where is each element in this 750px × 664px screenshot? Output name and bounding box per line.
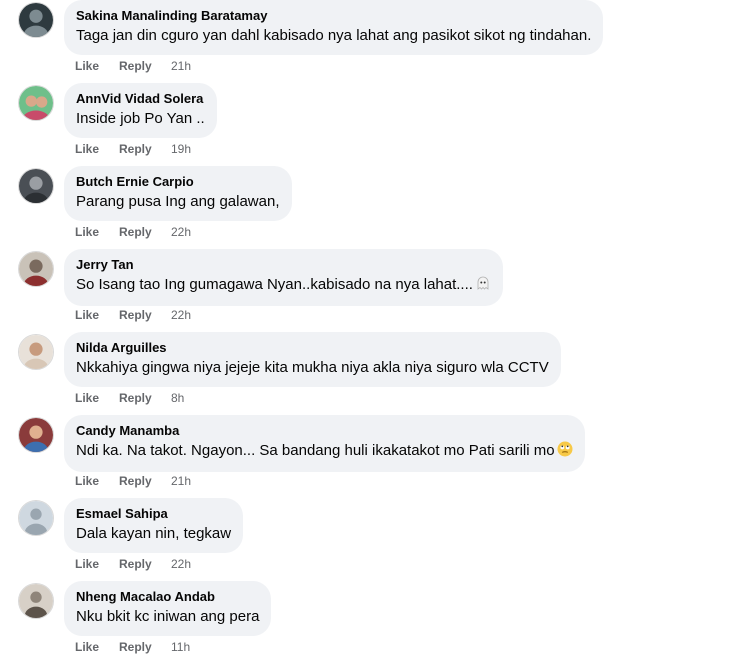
comment-text: Parang pusa Ing ang galawan, [76,193,280,210]
comment-text: Ndi ka. Na takot. Ngayon... Sa bandang h… [76,441,573,463]
avatar[interactable] [18,251,54,287]
comment-timestamp[interactable]: 22h [171,224,191,240]
ghost-emoji [475,275,491,297]
comment-actions: Like Reply 22h [75,556,191,572]
avatar[interactable] [18,583,54,619]
comment-bubble: Esmael Sahipa Dala kayan nin, tegkaw [64,498,244,553]
comment-item: Sakina Manalinding Baratamay Taga jan di… [0,0,750,83]
comment-timestamp[interactable]: 8h [171,390,184,406]
comment-item: Nilda Arguilles Nkkahiya gingwa niya jej… [0,332,750,415]
avatar[interactable] [18,334,54,370]
like-button[interactable]: Like [75,224,119,240]
avatar[interactable] [18,85,54,121]
comment-bubble: Nilda Arguilles Nkkahiya gingwa niya jej… [64,332,561,387]
comment-author[interactable]: Nheng Macalao Andab [76,589,259,605]
reply-button[interactable]: Reply [119,390,171,406]
comment-timestamp[interactable]: 21h [171,58,191,74]
comment-bubble: Nheng Macalao Andab Nku bkit kc iniwan a… [64,581,272,636]
avatar[interactable] [18,168,54,204]
comment-text: Nkkahiya gingwa niya jejeje kita mukha n… [76,359,549,376]
comment-timestamp[interactable]: 19h [171,141,191,157]
like-button[interactable]: Like [75,639,119,655]
avatar[interactable] [18,2,54,38]
reply-button[interactable]: Reply [119,556,171,572]
like-button[interactable]: Like [75,390,119,406]
like-button[interactable]: Like [75,58,119,74]
reply-button[interactable]: Reply [119,639,171,655]
reply-button[interactable]: Reply [119,307,171,323]
reply-button[interactable]: Reply [119,58,171,74]
comment-author[interactable]: Butch Ernie Carpio [76,174,280,190]
comment-timestamp[interactable]: 21h [171,473,191,489]
comment-text: Taga jan din cguro yan dahl kabisado nya… [76,27,592,44]
comment-bubble: Sakina Manalinding Baratamay Taga jan di… [64,0,604,55]
like-button[interactable]: Like [75,307,119,323]
comment-actions: Like Reply 22h [75,307,191,323]
reply-button[interactable]: Reply [119,141,171,157]
reply-button[interactable]: Reply [119,473,171,489]
comment-actions: Like Reply 19h [75,141,191,157]
like-button[interactable]: Like [75,473,119,489]
comment-timestamp[interactable]: 11h [171,639,190,655]
comment-text-content: Ndi ka. Na takot. Ngayon... Sa bandang h… [76,442,555,459]
comment-text: Nku bkit kc iniwan ang pera [76,608,260,625]
comment-bubble: Butch Ernie Carpio Parang pusa Ing ang g… [64,166,292,221]
comment-item: Butch Ernie Carpio Parang pusa Ing ang g… [0,166,750,249]
comment-author[interactable]: AnnVid Vidad Solera [76,91,205,107]
comment-timestamp[interactable]: 22h [171,307,191,323]
comment-actions: Like Reply 21h [75,473,191,489]
avatar[interactable] [18,417,54,453]
comment-bubble: Candy Manamba Ndi ka. Na takot. Ngayon..… [64,415,585,472]
like-button[interactable]: Like [75,556,119,572]
comment-timestamp[interactable]: 22h [171,556,191,572]
comment-item: Esmael Sahipa Dala kayan nin, tegkaw Lik… [0,498,750,581]
comment-author[interactable]: Esmael Sahipa [76,506,231,522]
comment-author[interactable]: Nilda Arguilles [76,340,549,356]
comment-actions: Like Reply 21h [75,58,191,74]
comment-actions: Like Reply 8h [75,390,184,406]
eye-roll-emoji [557,441,573,463]
comment-text-content: So Isang tao Ing gumagawa Nyan..kabisado… [76,276,473,293]
comment-actions: Like Reply 11h [75,639,190,655]
comment-actions: Like Reply 22h [75,224,191,240]
comment-author[interactable]: Sakina Manalinding Baratamay [76,8,591,24]
avatar[interactable] [18,500,54,536]
comment-text: So Isang tao Ing gumagawa Nyan..kabisado… [76,275,491,297]
like-button[interactable]: Like [75,141,119,157]
comment-item: Candy Manamba Ndi ka. Na takot. Ngayon..… [0,415,750,498]
comment-author[interactable]: Candy Manamba [76,423,573,439]
comment-item: Jerry Tan So Isang tao Ing gumagawa Nyan… [0,249,750,332]
comment-bubble: Jerry Tan So Isang tao Ing gumagawa Nyan… [64,249,503,306]
comment-item: Nheng Macalao Andab Nku bkit kc iniwan a… [0,581,750,664]
comment-bubble: AnnVid Vidad Solera Inside job Po Yan .. [64,83,217,138]
comment-author[interactable]: Jerry Tan [76,257,491,273]
comment-item: AnnVid Vidad Solera Inside job Po Yan ..… [0,83,750,166]
reply-button[interactable]: Reply [119,224,171,240]
comment-text: Inside job Po Yan .. [76,110,205,127]
comment-text: Dala kayan nin, tegkaw [76,525,232,542]
